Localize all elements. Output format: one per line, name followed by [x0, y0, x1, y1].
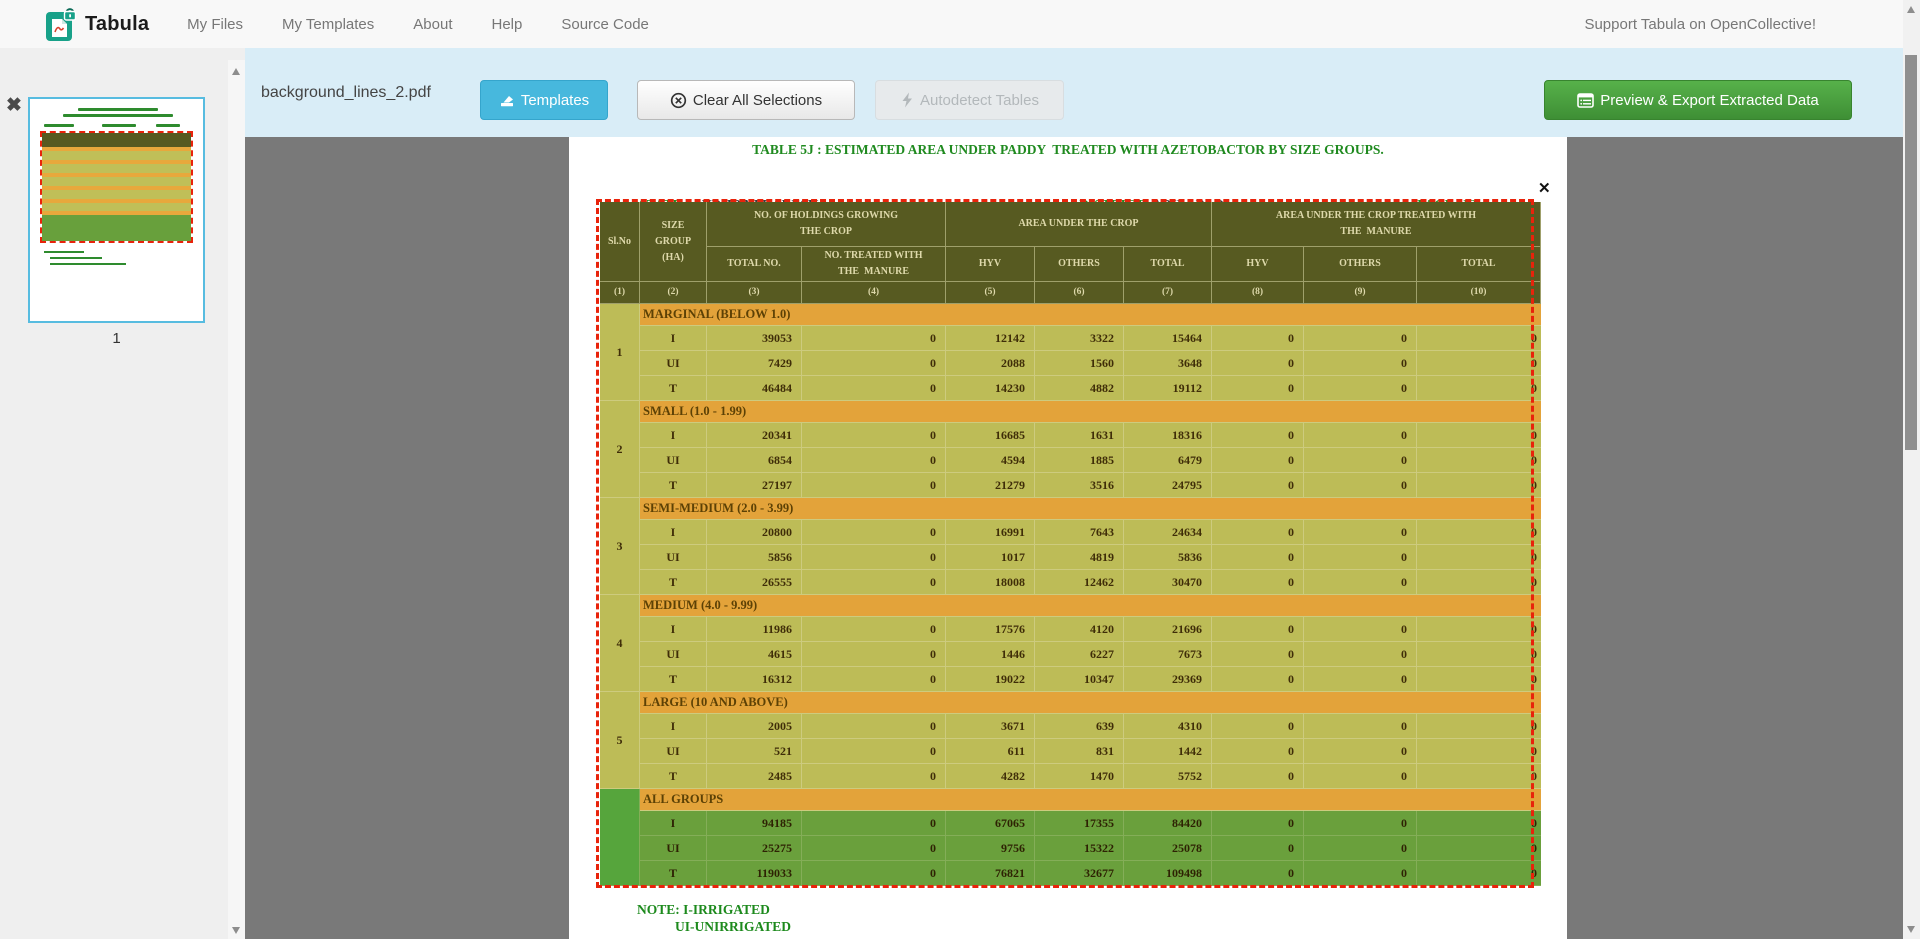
brand-name: Tabula — [85, 13, 149, 36]
scroll-down-icon[interactable] — [232, 927, 240, 934]
lightning-icon — [900, 92, 914, 108]
preview-export-label: Preview & Export Extracted Data — [1600, 92, 1818, 109]
main-nav: My Files My Templates About Help Source Code — [187, 16, 688, 33]
nav-item-help[interactable]: Help — [491, 16, 522, 33]
scrollbar-thumb[interactable] — [1905, 55, 1917, 450]
current-filename: background_lines_2.pdf — [261, 48, 431, 137]
clear-all-selections-button[interactable]: Clear All Selections — [637, 80, 855, 120]
window-scrollbar[interactable] — [1903, 0, 1920, 939]
thumbnail-selection-rect — [40, 131, 193, 243]
sidebar-scrollbar[interactable] — [228, 60, 245, 939]
preview-export-button[interactable]: Preview & Export Extracted Data — [1544, 80, 1852, 120]
clear-selections-label: Clear All Selections — [693, 92, 822, 109]
toolbar: background_lines_2.pdf Templates Clear A… — [245, 48, 1903, 137]
thumb-table-header — [42, 133, 191, 147]
thumb-note-line — [44, 251, 84, 253]
thumb-table-allgroups — [42, 211, 191, 241]
templates-label: Templates — [521, 92, 589, 109]
page-thumbnail[interactable] — [28, 97, 205, 323]
thumbnail-page-number: 1 — [28, 330, 205, 347]
list-table-icon — [1577, 92, 1594, 109]
clear-selections-icon — [670, 92, 687, 109]
thumb-note-line — [50, 257, 102, 259]
autodetect-label: Autodetect Tables — [920, 92, 1039, 109]
remove-page-icon[interactable]: ✖ — [6, 96, 22, 115]
selection-rectangle[interactable] — [596, 199, 1534, 888]
nav-item-source-code[interactable]: Source Code — [561, 16, 649, 33]
scroll-down-icon[interactable] — [1907, 926, 1915, 933]
support-link[interactable]: Support Tabula on OpenCollective! — [1584, 0, 1816, 48]
nav-item-my-templates[interactable]: My Templates — [282, 16, 374, 33]
scroll-up-icon[interactable] — [1907, 6, 1915, 13]
pdf-page[interactable]: TABLE 5J : ESTIMATED AREA UNDER PADDY TR… — [569, 137, 1567, 939]
nav-item-about[interactable]: About — [413, 16, 452, 33]
tabula-logo-icon — [45, 6, 77, 42]
nav-item-my-files[interactable]: My Files — [187, 16, 243, 33]
templates-icon — [499, 92, 515, 108]
thumb-note-line — [50, 263, 126, 265]
note-line-1: NOTE: I-IRRIGATED — [637, 902, 770, 918]
navbar: Tabula My Files My Templates About Help Sour… — [0, 0, 1903, 49]
page-thumbnail-sidebar: ✖ 1 — [0, 48, 245, 939]
thumb-meta-line — [156, 124, 180, 127]
thumb-meta-line — [102, 124, 136, 127]
autodetect-tables-button[interactable]: Autodetect Tables — [875, 80, 1064, 120]
document-title: TABLE 5J : ESTIMATED AREA UNDER PADDY TR… — [569, 142, 1567, 158]
thumb-table-body — [42, 147, 191, 211]
templates-button[interactable]: Templates — [480, 80, 608, 120]
pdf-viewer: TABLE 5J : ESTIMATED AREA UNDER PADDY TR… — [245, 137, 1903, 939]
brand[interactable]: Tabula — [45, 6, 149, 42]
note-line-2: UI-UNIRRIGATED — [675, 919, 791, 935]
selection-close-icon[interactable]: ✕ — [1538, 181, 1551, 196]
thumb-title-line — [78, 108, 158, 111]
thumb-meta-line — [44, 124, 74, 127]
thumb-subtitle-line — [63, 114, 173, 117]
scroll-up-icon[interactable] — [232, 68, 240, 75]
